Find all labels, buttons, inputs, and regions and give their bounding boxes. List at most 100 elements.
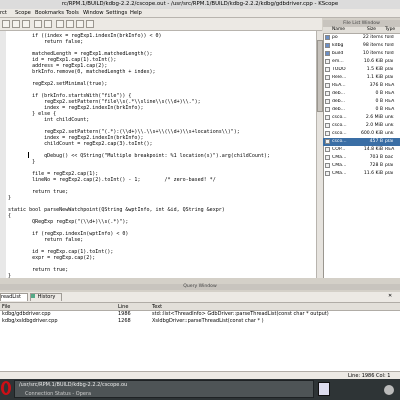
file-list-item[interactable]: COP... 14.8 KiB REA	[323, 146, 400, 154]
forward-icon[interactable]	[44, 20, 52, 28]
code-line[interactable]: }	[8, 159, 35, 165]
new-file-icon[interactable]	[2, 20, 10, 28]
file-list-item[interactable]: csco... 2.6 MiB unk	[323, 114, 400, 122]
file-list-item[interactable]: csco... 457 Bplai	[323, 138, 400, 146]
file-list-item[interactable]: build 10 items fold	[323, 50, 400, 58]
result-file: kdbg/gdbdriver.cpp	[2, 311, 51, 317]
taskbar-item[interactable]: /usr/src/RPM.1/BUILD/kdbg-2.2.2/cscope.o…	[14, 380, 314, 398]
code-line[interactable]: expr = regExp.cap(2);	[8, 255, 95, 261]
col-line[interactable]: Line	[118, 304, 128, 310]
file-type: REA	[385, 91, 395, 96]
file-size: 1.5 KiB	[366, 67, 383, 72]
code-line[interactable]: }	[8, 195, 11, 201]
code-line[interactable]: brkInfo.remove(0, matchedLength + index)…	[8, 69, 155, 75]
file-size: 10 items	[362, 51, 383, 56]
file-name: deb...	[332, 107, 346, 112]
file-size: 0 B	[375, 99, 383, 104]
tab-readlist[interactable]: readList	[0, 293, 28, 301]
file-icon	[325, 147, 330, 152]
code-line[interactable]: return true;	[8, 267, 68, 273]
text-cursor	[28, 152, 29, 158]
result-line: 1268	[118, 318, 131, 324]
file-list-item[interactable]: po 22 items fold	[323, 34, 400, 42]
call-graph-icon[interactable]	[86, 20, 94, 28]
file-size: 11.6 KiB	[363, 171, 383, 176]
file-list-item[interactable]: REA... 376 B REA	[323, 82, 400, 90]
result-text: std::list<ThreadInfo> GdbDriver::parseTh…	[152, 311, 329, 317]
opera-logo-icon[interactable]	[0, 380, 12, 396]
file-icon	[325, 131, 330, 136]
file-name: deb...	[332, 99, 346, 104]
file-type: plai	[385, 75, 394, 80]
tray-icon[interactable]	[384, 385, 394, 395]
file-type: fold	[385, 51, 394, 56]
col-size[interactable]: Size	[367, 27, 376, 32]
code-lines[interactable]: if ((index = regExp1.indexIn(brkInfo)) <…	[8, 33, 316, 278]
tab-history[interactable]: History	[30, 293, 62, 301]
file-size: 376 B	[369, 83, 383, 88]
menu-project[interactable]: rct	[0, 10, 7, 16]
file-list-item[interactable]: csco... 600.0 KiB unk	[323, 130, 400, 138]
file-list-item[interactable]: csco... 2.0 MiB unk	[323, 122, 400, 130]
code-line[interactable]: regExp2.setMinimal(true);	[8, 81, 107, 87]
file-list-item[interactable]: deb... 0 B REA	[323, 106, 400, 114]
menu-tools[interactable]: Tools	[66, 10, 79, 16]
file-size: 728 B	[369, 163, 383, 168]
file-type: fold	[385, 43, 394, 48]
file-list-item[interactable]: CMa... 728 Bplai	[323, 162, 400, 170]
close-tab-icon[interactable]: ✕	[388, 293, 396, 300]
query-result-columns: File Line Text	[0, 303, 400, 311]
table-row[interactable]: kdbg/gdbdriver.cpp 1986 std::list<Thread…	[0, 311, 400, 318]
definition-icon[interactable]	[76, 20, 84, 28]
code-line[interactable]: childCount = regExp2.cap(3).toInt();	[8, 141, 152, 147]
file-name: CMa...	[332, 163, 347, 168]
code-line[interactable]: qDebug() << QString("Multiple breakpoint…	[8, 153, 270, 159]
menu-help[interactable]: Help	[130, 10, 142, 16]
file-list-item[interactable]: CMa... 11.6 KiB plai	[323, 170, 400, 178]
col-type[interactable]: Type	[385, 27, 395, 32]
tab-readlist-label: readList	[1, 294, 21, 300]
save-icon[interactable]	[22, 20, 30, 28]
file-size: 2.6 MiB	[365, 115, 383, 120]
file-list-item[interactable]: deb... 0 B REA	[323, 90, 400, 98]
find-icon[interactable]	[56, 20, 64, 28]
folder-icon	[325, 35, 330, 40]
code-line[interactable]: static bool parseNewWatchpoint(QString &…	[8, 207, 225, 213]
file-list-item[interactable]: em... 10.6 KiB plai	[323, 58, 400, 66]
file-list-item[interactable]: Rele... 1.1 KiB plai	[323, 74, 400, 82]
folder-icon	[325, 43, 330, 48]
file-name: build	[332, 51, 344, 56]
file-list-item[interactable]: deb... 0 B REA	[323, 98, 400, 106]
file-icon	[325, 171, 330, 176]
code-line[interactable]: lineNo = regExp2.cap(2).toInt() - 1; /* …	[8, 177, 216, 183]
file-name: csco...	[332, 115, 347, 120]
file-icon	[325, 91, 330, 96]
file-type: plai	[385, 59, 394, 64]
query-window-title: Query Window	[183, 284, 217, 289]
file-name: csco...	[332, 139, 347, 144]
col-text[interactable]: Text	[152, 304, 162, 310]
menu-cscope[interactable]: Scope	[15, 10, 31, 16]
code-line[interactable]: QRegExp regExp("(\\d+)\\s(.*)");	[8, 219, 128, 225]
file-icon	[325, 67, 330, 72]
col-file[interactable]: File	[2, 304, 10, 310]
taskbar-scroll-up-icon[interactable]	[318, 382, 330, 396]
file-list-item[interactable]: TODO 1.5 KiB plai	[323, 66, 400, 74]
code-line[interactable]: int childCount;	[8, 117, 89, 123]
file-list-item[interactable]: CMa... 703 Bbac	[323, 154, 400, 162]
file-list-item[interactable]: kdbg 98 items fold	[323, 42, 400, 50]
menu-bookmarks[interactable]: Bookmarks	[35, 10, 64, 16]
open-file-icon[interactable]	[12, 20, 20, 28]
menu-window[interactable]: Window	[83, 10, 103, 16]
table-row[interactable]: kdbg/xsldbgdriver.cpp 1268 XsldbgDriver:…	[0, 318, 400, 325]
code-line[interactable]: return false;	[8, 237, 83, 243]
code-line[interactable]: return true;	[8, 189, 68, 195]
file-size: 14.8 KiB	[363, 147, 383, 152]
code-line[interactable]: return false;	[8, 39, 83, 45]
references-icon[interactable]	[66, 20, 74, 28]
menu-bar: rct Scope Bookmarks Tools Window Setting…	[0, 9, 400, 18]
code-line[interactable]: }	[8, 273, 11, 278]
back-icon[interactable]	[34, 20, 42, 28]
menu-settings[interactable]: Settings	[106, 10, 127, 16]
col-name[interactable]: Name	[332, 27, 345, 32]
